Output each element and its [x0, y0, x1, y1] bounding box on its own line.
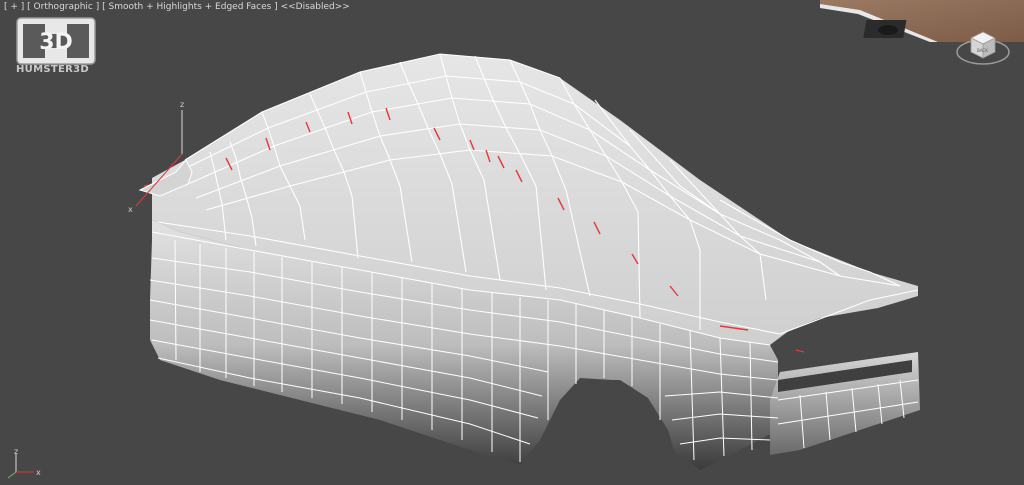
world-axis-z-label: z: [14, 448, 18, 456]
viewcube-face-label: BACK: [977, 48, 988, 53]
perspective-viewport[interactable]: [ + ] [ Orthographic ] [ Smooth + Highli…: [0, 0, 1024, 485]
gizmo-z-label: z: [180, 100, 184, 109]
world-axis-tripod: z x: [7, 448, 41, 479]
object-pivot-gizmo: z x: [128, 100, 184, 214]
world-axis-x-label: x: [36, 468, 41, 477]
gizmo-x-label: x: [128, 205, 133, 214]
car-body-mesh[interactable]: [0, 0, 1024, 485]
viewcube-icon[interactable]: BACK: [955, 24, 1015, 68]
